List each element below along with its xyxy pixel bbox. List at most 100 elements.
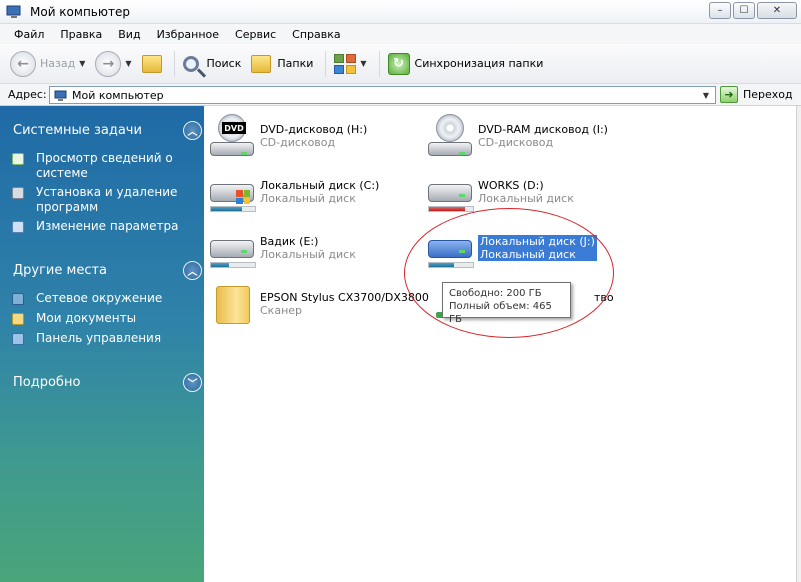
place-control-panel[interactable]: Панель управления	[12, 331, 186, 346]
menu-tools[interactable]: Сервис	[227, 28, 284, 41]
control-panel-icon	[12, 333, 24, 345]
item-type: Сканер	[260, 304, 303, 317]
task-label: Изменение параметра	[36, 219, 179, 233]
place-label: Мои документы	[36, 311, 137, 325]
close-icon: ✕	[772, 5, 782, 16]
folder-up-icon	[141, 54, 162, 73]
forward-arrow-icon: →	[95, 50, 122, 77]
window-edge	[796, 106, 801, 582]
maximize-icon: ☐	[739, 5, 749, 16]
menu-edit[interactable]: Правка	[52, 28, 110, 41]
place-network[interactable]: Сетевое окружение	[12, 291, 186, 306]
menu-file[interactable]: Файл	[6, 28, 52, 41]
optical-drive-icon	[210, 142, 254, 156]
address-label: Адрес:	[8, 88, 47, 101]
toolbar: ← Назад ▼ → ▼ Поиск Папки ▼ ↻ Синхрониза…	[0, 44, 801, 84]
menu-help[interactable]: Справка	[284, 28, 348, 41]
details-title[interactable]: Подробно	[13, 375, 80, 390]
chevron-up-icon: ︿	[187, 127, 198, 138]
item-name: Локальный диск (C:)	[260, 179, 380, 192]
task-pane: Системные задачи ︿ Просмотр сведений о с…	[0, 106, 204, 582]
tooltip-free-space: Свободно: 200 ГБ	[449, 288, 542, 299]
disc-icon	[436, 114, 464, 142]
back-dropdown-icon[interactable]: ▼	[79, 59, 85, 68]
address-dropdown-icon[interactable]: ▼	[699, 88, 713, 102]
content-area: DVD DVD-дисковод (H:) CD-дисковод DVD-RA…	[204, 106, 801, 582]
toolbar-separator	[325, 50, 327, 77]
item-type: Локальный диск	[478, 192, 574, 205]
settings-icon	[12, 221, 24, 233]
sync-icon: ↻	[387, 52, 410, 75]
menu-view[interactable]: Вид	[110, 28, 148, 41]
forward-dropdown-icon[interactable]: ▼	[125, 59, 131, 68]
address-value: Мой компьютер	[72, 88, 164, 102]
menu-favorites[interactable]: Избранное	[149, 28, 227, 41]
drive-item-dvd-h[interactable]: DVD DVD-дисковод (H:) CD-дисковод	[208, 114, 367, 160]
back-button[interactable]: ← Назад ▼	[10, 50, 85, 77]
usage-bar	[210, 206, 256, 212]
folders-button[interactable]: Папки	[251, 54, 314, 73]
go-label: Переход	[743, 88, 793, 101]
toolbar-separator	[173, 50, 175, 77]
search-button[interactable]: Поиск	[182, 55, 242, 72]
other-places-title[interactable]: Другие места	[13, 263, 107, 278]
computer-icon	[54, 90, 68, 101]
go-button[interactable]: ➜ Переход	[720, 86, 793, 103]
task-add-remove-programs[interactable]: Установка и удаление программ	[12, 185, 186, 215]
drive-item-e[interactable]: Вадик (E:) Локальный диск	[208, 226, 356, 272]
minimize-button[interactable]: –	[709, 2, 731, 19]
place-label: Панель управления	[36, 331, 162, 345]
optical-drive-icon	[428, 142, 472, 156]
item-name: DVD-RAM дисковод (I:)	[478, 123, 608, 136]
drive-item-c[interactable]: Локальный диск (C:) Локальный диск	[208, 170, 379, 216]
item-name: EPSON Stylus CX3700/DX3800	[260, 291, 429, 304]
item-type: CD-дисковод	[478, 136, 554, 149]
search-label: Поиск	[206, 57, 242, 70]
window-title: Мой компьютер	[30, 4, 130, 19]
system-tasks-collapse-button[interactable]: ︿	[183, 121, 202, 140]
back-label: Назад	[40, 57, 76, 70]
drive-tooltip: Свободно: 200 ГБ Полный объем: 465 ГБ	[442, 282, 571, 325]
scanner-item-epson[interactable]: EPSON Stylus CX3700/DX3800 Сканер	[208, 282, 429, 328]
menu-bar: Файл Правка Вид Избранное Сервис Справка	[0, 24, 801, 44]
network-icon	[12, 293, 24, 305]
task-change-setting[interactable]: Изменение параметра	[12, 219, 186, 234]
item-type: Локальный диск	[260, 248, 356, 261]
go-arrow-icon: ➜	[720, 86, 738, 103]
other-places-collapse-button[interactable]: ︿	[183, 261, 202, 280]
dvd-logo-icon: DVD	[222, 122, 246, 134]
drive-item-dvdram-i[interactable]: DVD-RAM дисковод (I:) CD-дисковод	[426, 114, 608, 160]
item-type: CD-дисковод	[260, 136, 336, 149]
checklist-icon	[12, 153, 24, 165]
forward-button[interactable]: → ▼	[95, 50, 132, 77]
hard-drive-icon	[428, 184, 472, 202]
title-bar: Мой компьютер – ☐ ✕	[0, 0, 801, 24]
item-name: Вадик (E:)	[260, 235, 319, 248]
windows-logo-icon	[236, 190, 250, 204]
folders-label: Папки	[277, 57, 314, 70]
item-type: Локальный диск	[260, 192, 356, 205]
details-expand-button[interactable]: ﹀	[183, 373, 202, 392]
maximize-button[interactable]: ☐	[733, 2, 755, 19]
task-view-system-info[interactable]: Просмотр сведений о системе	[12, 151, 186, 181]
views-button[interactable]: ▼	[334, 53, 367, 74]
system-tasks-title[interactable]: Системные задачи	[13, 123, 142, 138]
task-label: Просмотр сведений о системе	[36, 151, 173, 180]
computer-icon	[6, 5, 22, 19]
folder-icon	[216, 286, 250, 324]
sync-button[interactable]: ↻ Синхронизация папки	[387, 52, 543, 75]
up-button[interactable]	[141, 54, 162, 73]
place-my-documents[interactable]: Мои документы	[12, 311, 186, 326]
tooltip-total-size: Полный объем: 465 ГБ	[449, 301, 552, 325]
place-label: Сетевое окружение	[36, 291, 163, 305]
back-arrow-icon: ←	[10, 50, 36, 77]
close-button[interactable]: ✕	[757, 2, 797, 19]
chevron-up-icon: ︿	[187, 267, 198, 278]
item-name: WORKS (D:)	[478, 179, 544, 192]
chevron-down-icon: ﹀	[187, 379, 198, 390]
item-name: DVD-дисковод (H:)	[260, 123, 368, 136]
minimize-icon: –	[717, 5, 723, 16]
views-dropdown-icon[interactable]: ▼	[360, 59, 366, 68]
address-bar: Адрес: Мой компьютер ▼ ➜ Переход	[0, 84, 801, 106]
address-input[interactable]: Мой компьютер ▼	[49, 86, 716, 104]
